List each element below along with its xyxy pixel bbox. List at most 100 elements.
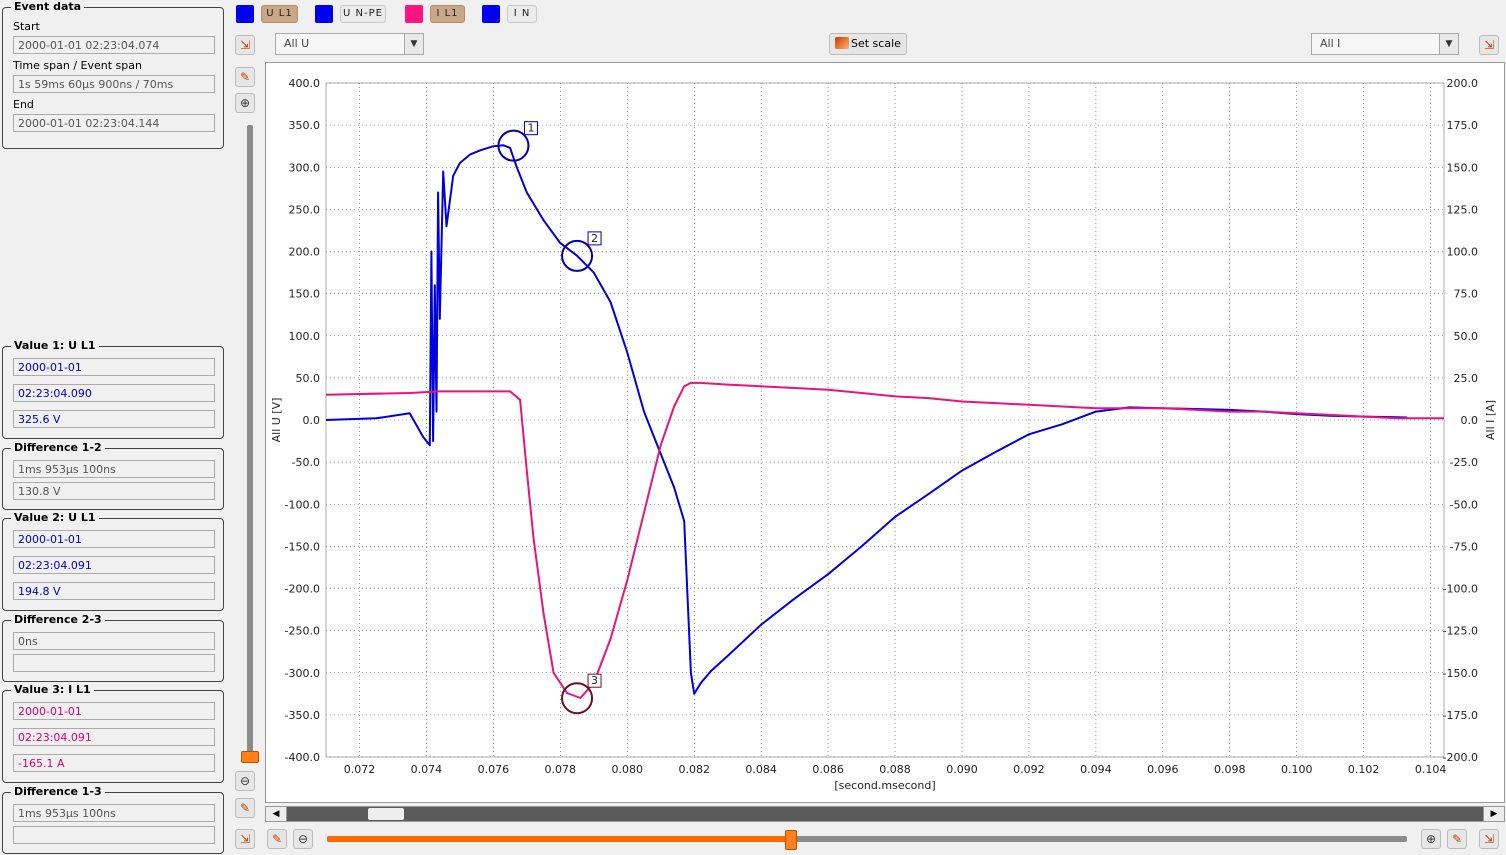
edit-left-bottom-button[interactable]: ✎ bbox=[235, 798, 255, 818]
scroll-left-arrow[interactable]: ◀ bbox=[266, 807, 287, 821]
diff12-time: 1ms 953µs 100ns bbox=[13, 460, 215, 478]
x-tick-label: 0.104 bbox=[1415, 763, 1447, 776]
value1-time: 02:23:04.090 bbox=[13, 384, 215, 402]
value2-date: 2000-01-01 bbox=[13, 530, 215, 548]
y-left-tick-label: 350.0 bbox=[289, 119, 321, 132]
zoom-in-icon: ⊕ bbox=[1425, 832, 1437, 846]
series-line-u-l1 bbox=[325, 144, 1408, 695]
zoom-out-bottom-button[interactable]: ⊖ bbox=[293, 829, 313, 849]
vertical-zoom-handle[interactable] bbox=[241, 751, 259, 763]
plot-area-frame bbox=[325, 82, 1445, 758]
edit-icon: ✎ bbox=[271, 832, 283, 846]
y-right-tick-label: -50.0 bbox=[1450, 498, 1478, 511]
y-left-tick-label: -150.0 bbox=[285, 540, 320, 553]
edit-left-button[interactable]: ✎ bbox=[235, 67, 255, 87]
edit-icon: ✎ bbox=[239, 70, 251, 84]
zoom-in-bottom-button[interactable]: ⊕ bbox=[1421, 829, 1441, 849]
current-channel-select[interactable]: All I ▼ bbox=[1311, 33, 1459, 55]
diff23-time: 0ns bbox=[13, 632, 215, 650]
zoom-in-icon: ⊕ bbox=[239, 96, 251, 110]
y-left-tick-label: -400.0 bbox=[285, 751, 320, 764]
y-left-tick-label: 150.0 bbox=[289, 288, 321, 301]
value2-group: Value 2: U L1 2000-01-01 02:23:04.091 19… bbox=[2, 511, 224, 611]
set-scale-button[interactable]: Set scale bbox=[829, 33, 907, 55]
export-icon: ⇲ bbox=[1483, 832, 1495, 846]
export-left-button[interactable]: ⇲ bbox=[235, 35, 255, 55]
channel-color-u-l1[interactable] bbox=[236, 5, 254, 23]
value1-title: Value 1: U L1 bbox=[11, 339, 99, 352]
cursor-marker-label-1: 1 bbox=[527, 122, 534, 135]
horizontal-zoom-handle[interactable] bbox=[785, 830, 797, 850]
scroll-thumb[interactable] bbox=[368, 808, 404, 820]
y-right-tick-label: -125.0 bbox=[1443, 625, 1478, 638]
channel-toggle-u-n-pe[interactable]: U N-PE bbox=[340, 5, 386, 23]
diff23-group: Difference 2-3 0ns bbox=[2, 613, 224, 682]
zoom-out-icon: ⊖ bbox=[297, 832, 309, 846]
diff23-title: Difference 2-3 bbox=[11, 613, 105, 626]
horizontal-scrollbar[interactable]: ◀ ▶ bbox=[265, 806, 1505, 822]
y-left-tick-label: 300.0 bbox=[289, 161, 321, 174]
x-tick-label: 0.072 bbox=[344, 763, 376, 776]
channel-color-i-n[interactable] bbox=[482, 5, 500, 23]
edit-icon: ✎ bbox=[1451, 832, 1463, 846]
value3-group: Value 3: I L1 2000-01-01 02:23:04.091 -1… bbox=[2, 683, 224, 783]
export-right-button[interactable]: ⇲ bbox=[1479, 35, 1499, 55]
chevron-down-icon: ▼ bbox=[1439, 34, 1458, 54]
x-tick-label: 0.096 bbox=[1147, 763, 1179, 776]
zoom-out-left-button[interactable]: ⊖ bbox=[235, 771, 255, 791]
set-scale-label: Set scale bbox=[851, 37, 901, 50]
channel-toggle-i-n[interactable]: I N bbox=[507, 5, 537, 23]
y-right-tick-label: 50.0 bbox=[1454, 330, 1479, 343]
y-right-tick-label: 25.0 bbox=[1454, 372, 1479, 385]
scroll-right-arrow[interactable]: ▶ bbox=[1483, 807, 1504, 821]
y-right-tick-label: 150.0 bbox=[1447, 161, 1479, 174]
diff13-group: Difference 1-3 1ms 953µs 100ns bbox=[2, 785, 224, 854]
edit-bottom-button[interactable]: ✎ bbox=[267, 829, 287, 849]
edit-bottom-right-button[interactable]: ✎ bbox=[1447, 829, 1467, 849]
value1-value: 325.6 V bbox=[13, 410, 215, 428]
y-left-tick-label: -200.0 bbox=[285, 583, 320, 596]
x-tick-label: 0.080 bbox=[612, 763, 644, 776]
scale-icon bbox=[835, 37, 849, 49]
y-left-tick-label: -250.0 bbox=[285, 625, 320, 638]
channel-color-i-l1[interactable] bbox=[405, 5, 423, 23]
x-axis-label: [second.msecond] bbox=[834, 779, 935, 792]
export-icon: ⇲ bbox=[1483, 38, 1495, 52]
channel-color-u-n-pe[interactable] bbox=[315, 5, 333, 23]
y-right-tick-label: 75.0 bbox=[1454, 288, 1479, 301]
diff13-time: 1ms 953µs 100ns bbox=[13, 804, 215, 822]
x-tick-label: 0.082 bbox=[678, 763, 710, 776]
value2-title: Value 2: U L1 bbox=[11, 511, 99, 524]
voltage-channel-select[interactable]: All U ▼ bbox=[275, 33, 424, 55]
export-bottom-right-button[interactable]: ⇲ bbox=[1479, 829, 1499, 849]
x-tick-label: 0.090 bbox=[946, 763, 978, 776]
end-label: End bbox=[13, 98, 34, 111]
edit-icon: ✎ bbox=[239, 801, 251, 815]
x-tick-label: 0.074 bbox=[411, 763, 443, 776]
series-line-i-l1 bbox=[325, 381, 1444, 699]
waveform-chart-svg[interactable]: 0.072 0.074 0.076 0.078 0.080 0.082 0.084 0.086… bbox=[266, 63, 1504, 802]
y-left-tick-label: -100.0 bbox=[285, 498, 320, 511]
y-left-tick-label: 0.0 bbox=[303, 414, 321, 427]
y-right-tick-label: -75.0 bbox=[1450, 540, 1478, 553]
channel-toggle-i-l1[interactable]: I L1 bbox=[430, 5, 465, 23]
y-left-tick-label: -50.0 bbox=[292, 456, 320, 469]
channel-toggle-u-l1[interactable]: U L1 bbox=[261, 5, 298, 23]
waveform-chart[interactable]: 0.072 0.074 0.076 0.078 0.080 0.082 0.084 0.086… bbox=[265, 62, 1505, 803]
y-right-tick-label: -25.0 bbox=[1450, 456, 1478, 469]
x-tick-label: 0.086 bbox=[812, 763, 844, 776]
export-bottom-left-button[interactable]: ⇲ bbox=[235, 829, 255, 849]
x-tick-label: 0.092 bbox=[1013, 763, 1044, 776]
value3-value: -165.1 A bbox=[13, 754, 215, 772]
x-tick-label: 0.076 bbox=[478, 763, 510, 776]
y-right-axis-label: All I [A] bbox=[1484, 400, 1497, 440]
start-label: Start bbox=[13, 20, 40, 33]
vertical-zoom-track[interactable] bbox=[247, 125, 253, 755]
diff12-value: 130.8 V bbox=[13, 482, 215, 500]
end-field: 2000-01-01 02:23:04.144 bbox=[13, 114, 215, 132]
zoom-in-left-button[interactable]: ⊕ bbox=[235, 93, 255, 113]
value2-time: 02:23:04.091 bbox=[13, 556, 215, 574]
horizontal-zoom-fill bbox=[327, 836, 790, 842]
cursor-marker-label-2: 2 bbox=[591, 232, 598, 245]
value3-title: Value 3: I L1 bbox=[11, 683, 94, 696]
